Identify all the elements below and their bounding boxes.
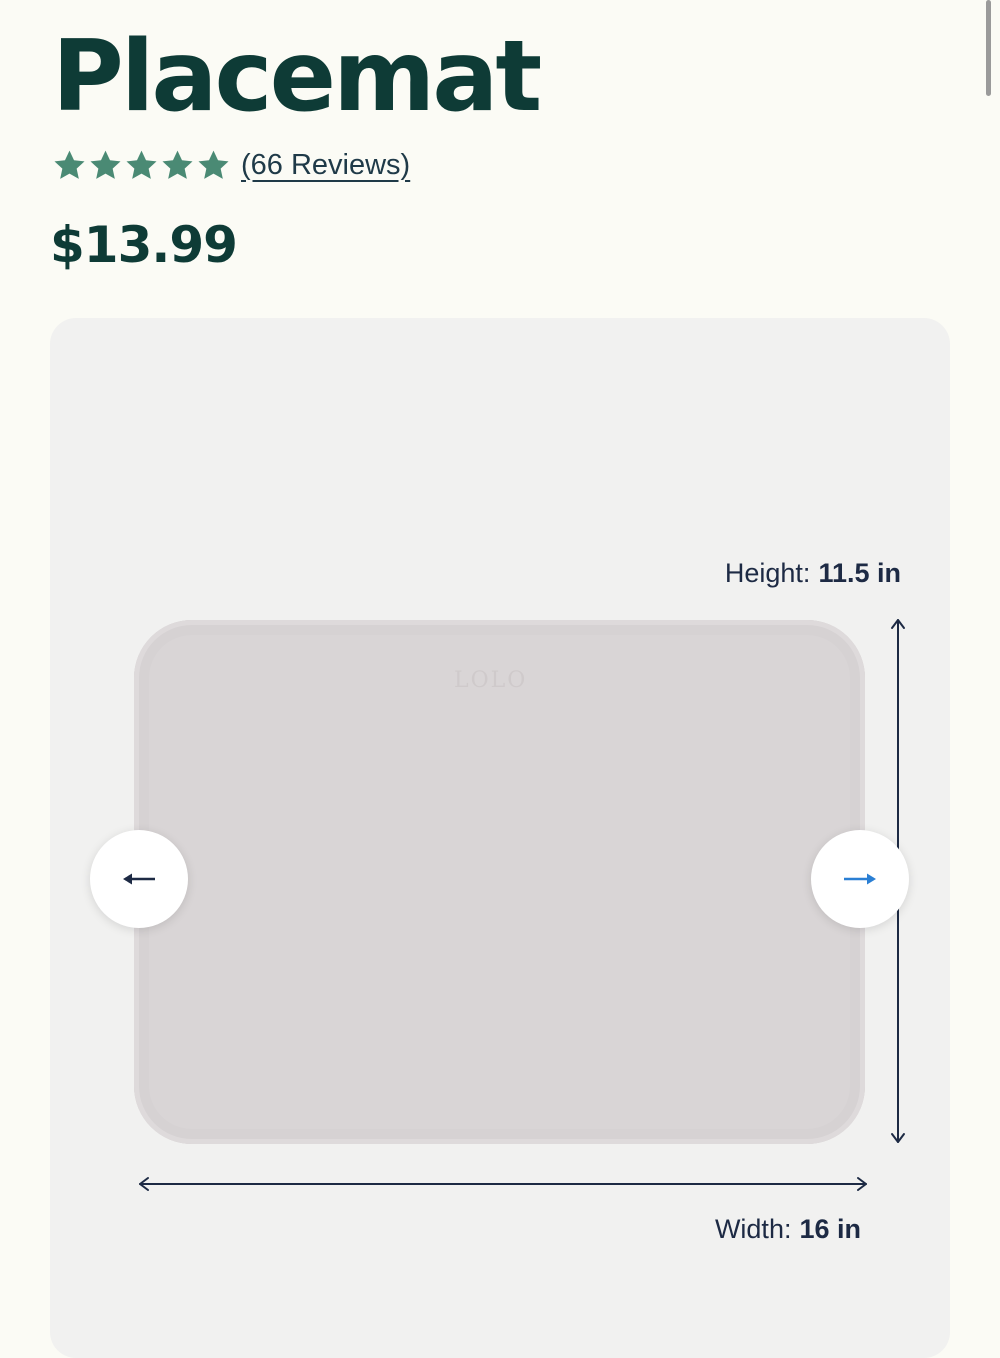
star-rating (52, 148, 231, 183)
previous-image-button[interactable] (90, 830, 188, 928)
next-image-button[interactable] (811, 830, 909, 928)
width-arrow-icon (139, 1177, 867, 1191)
width-value: 16 in (799, 1214, 861, 1244)
page-scrollbar[interactable] (986, 0, 991, 96)
placemat-logo: LOLO (454, 668, 528, 693)
star-icon (162, 150, 193, 179)
height-dimension-label: Height: 11.5 in (725, 558, 901, 589)
star-icon (54, 150, 85, 179)
placemat-image: LOLO (134, 620, 865, 1144)
star-icon (198, 150, 229, 179)
star-icon (90, 150, 121, 179)
star-icon (126, 150, 157, 179)
width-dimension-label: Width: 16 in (715, 1214, 861, 1245)
height-label-text: Height: (724, 558, 811, 588)
arrow-left-icon (123, 873, 155, 885)
rating-row: (66 Reviews) (52, 142, 410, 188)
arrow-right-icon (844, 873, 876, 885)
reviews-link[interactable]: (66 Reviews) (241, 149, 410, 182)
product-title: Placemat (52, 20, 542, 134)
width-label-text: Width: (714, 1214, 792, 1244)
height-value: 11.5 in (818, 558, 901, 588)
product-image-gallery[interactable]: Height: 11.5 in LOLO Width: 16 in (50, 318, 950, 1358)
product-price: $13.99 (50, 216, 238, 274)
